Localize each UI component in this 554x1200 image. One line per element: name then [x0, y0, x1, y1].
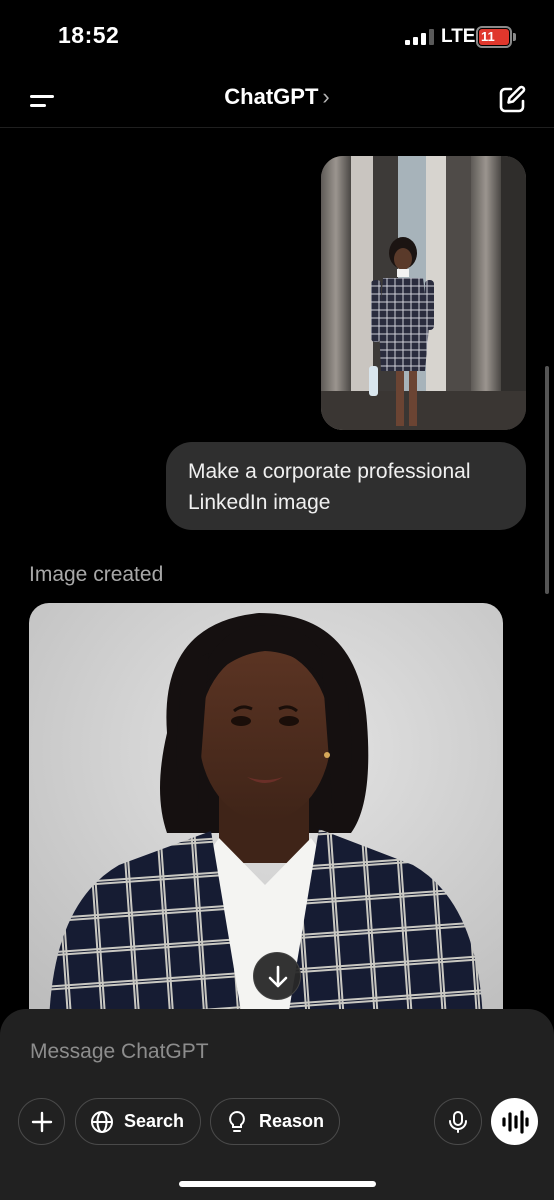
network-type: LTE [441, 26, 476, 47]
status-bar: 18:52 LTE 11 [0, 0, 554, 70]
microphone-icon [449, 1110, 467, 1133]
model-selector[interactable]: ChatGPT › [0, 84, 554, 110]
battery-icon: 11 [476, 26, 516, 48]
status-time: 18:52 [58, 22, 120, 48]
chat-transcript[interactable]: Make a corporate professional LinkedIn i… [0, 129, 554, 1009]
message-composer: Search Reason [0, 1009, 554, 1200]
arrow-down-icon [268, 965, 288, 988]
globe-icon [91, 1110, 113, 1133]
message-input[interactable] [30, 1037, 510, 1067]
home-indicator[interactable] [179, 1181, 376, 1187]
lightbulb-icon [229, 1110, 245, 1132]
generated-portrait[interactable] [29, 603, 503, 1009]
voice-waveform-icon [501, 1109, 529, 1134]
top-navigation: ChatGPT › [0, 70, 554, 128]
app-title: ChatGPT [224, 84, 319, 109]
scrollbar[interactable] [545, 366, 549, 594]
add-attachment-button[interactable] [18, 1098, 65, 1145]
reason-button-label: Reason [259, 1111, 325, 1131]
user-message-bubble[interactable]: Make a corporate professional LinkedIn i… [166, 442, 526, 530]
battery-level: 11 [481, 29, 495, 44]
chevron-right-icon: › [322, 84, 330, 109]
scroll-to-bottom-button[interactable] [253, 952, 301, 1000]
edit-icon [499, 85, 526, 113]
reason-button[interactable]: Reason [210, 1098, 340, 1145]
uploaded-photo[interactable] [321, 156, 526, 430]
dictation-button[interactable] [434, 1098, 482, 1145]
cellular-signal-icon [405, 29, 434, 45]
voice-mode-button[interactable] [491, 1098, 538, 1145]
user-message-text: Make a corporate professional LinkedIn i… [188, 460, 471, 514]
image-created-label: Image created [29, 563, 164, 586]
plus-icon [31, 1111, 52, 1132]
search-button[interactable]: Search [75, 1098, 201, 1145]
new-chat-button[interactable] [494, 82, 530, 118]
search-button-label: Search [124, 1111, 185, 1131]
